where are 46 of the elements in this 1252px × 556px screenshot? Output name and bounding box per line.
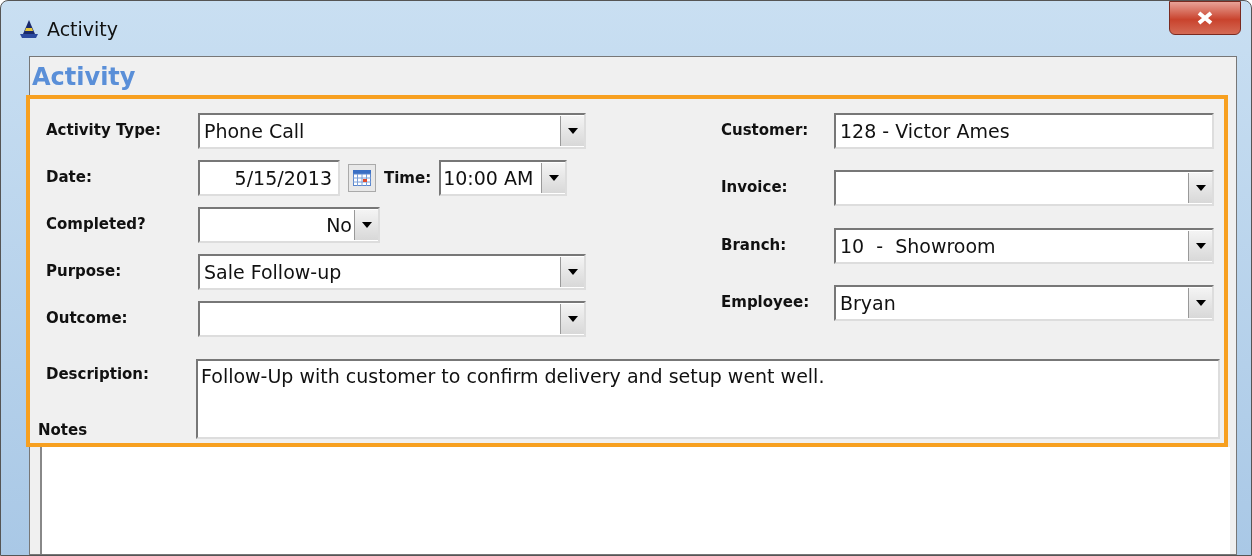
close-icon (1196, 11, 1214, 25)
field-label: Completed? (46, 214, 147, 233)
caret-icon (548, 175, 559, 181)
field-label: Outcome: (46, 308, 129, 327)
text-field[interactable]: 128 - Victor Ames (834, 113, 1214, 149)
dropdown-button[interactable] (541, 163, 566, 193)
dropdown-button[interactable] (560, 116, 584, 146)
dropdown-field[interactable]: No (198, 207, 380, 243)
dropdown-field[interactable]: Bryan (834, 284, 1214, 321)
field-label: Branch: (721, 234, 788, 254)
dropdown-button[interactable] (560, 304, 584, 334)
field-label: Time: (384, 169, 432, 187)
dropdown-button[interactable] (560, 257, 584, 287)
form-heading: Activity (31, 62, 137, 93)
caret-icon (567, 316, 578, 322)
field-label: Employee: (721, 291, 811, 311)
dropdown-button[interactable] (1188, 287, 1212, 318)
section-label: Notes (38, 421, 89, 439)
field-label: Purpose: (46, 261, 123, 280)
caret-icon (1195, 185, 1206, 192)
window-title: Activity (47, 17, 119, 40)
field-label: Invoice: (721, 177, 789, 197)
calendar-button[interactable] (348, 164, 376, 192)
field-label: Date: (46, 167, 93, 186)
app-icon (19, 18, 39, 39)
caret-icon (1195, 299, 1206, 306)
calendar-icon (353, 170, 371, 186)
dropdown-field[interactable]: Phone Call (198, 113, 586, 149)
field-label: Description: (46, 364, 150, 383)
caret-icon (1195, 242, 1206, 249)
field-label: Activity Type: (46, 120, 163, 139)
date-field[interactable]: 5/15/2013 (198, 160, 340, 196)
field-label: Customer: (721, 120, 810, 139)
time-dropdown[interactable]: 10:00 AM (439, 160, 568, 196)
close-button[interactable] (1169, 1, 1241, 35)
dropdown-button[interactable] (1188, 173, 1212, 204)
dropdown-button[interactable] (354, 210, 378, 240)
dropdown-field[interactable]: Sale Follow-up (198, 254, 586, 290)
description-field[interactable]: Follow-Up with customer to confirm delivery and setup went well. (196, 359, 1220, 439)
dropdown-field[interactable] (834, 170, 1214, 207)
caret-icon (361, 222, 372, 228)
dropdown-field[interactable]: 10 - Showroom (834, 227, 1214, 264)
caret-icon (567, 269, 578, 275)
caret-icon (567, 128, 578, 134)
dropdown-button[interactable] (1188, 230, 1212, 261)
dropdown-field[interactable] (198, 301, 586, 337)
